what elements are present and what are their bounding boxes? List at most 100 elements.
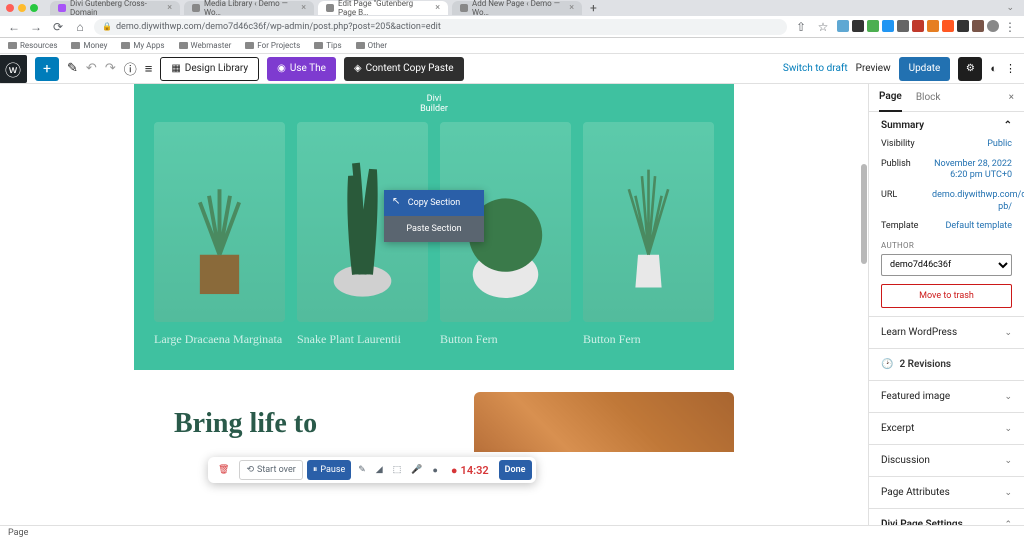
discussion-panel[interactable]: Discussion⌄: [869, 445, 1024, 477]
kebab-menu-icon[interactable]: ⋮: [1002, 20, 1018, 34]
page-section[interactable]: Bring life to: [134, 392, 734, 440]
highlight-icon[interactable]: ◢: [373, 460, 386, 480]
divi-icon[interactable]: ◐: [990, 62, 997, 75]
browser-tab[interactable]: Media Library ‹ Demo — Wo…×: [184, 1, 314, 15]
reload-button[interactable]: ⟳: [50, 20, 66, 34]
template-value[interactable]: Default template: [946, 221, 1013, 233]
browser-tab[interactable]: Add New Page ‹ Demo — Wo…×: [452, 1, 582, 15]
extension-icon[interactable]: [882, 20, 894, 32]
chevron-down-icon: ⌄: [1004, 424, 1012, 434]
mic-icon[interactable]: 🎤: [408, 460, 425, 480]
extension-icon[interactable]: [972, 20, 984, 32]
tab-block[interactable]: Block: [916, 84, 941, 111]
content-copy-paste-button[interactable]: ◈Content Copy Paste: [344, 57, 464, 81]
scrollbar-thumb[interactable]: [861, 164, 867, 264]
bookmark-folder[interactable]: Other: [356, 41, 387, 50]
redo-icon[interactable]: ↷: [105, 61, 116, 76]
author-select[interactable]: demo7d46c36f: [881, 254, 1012, 276]
page-attributes-panel[interactable]: Page Attributes⌄: [869, 477, 1024, 509]
dot-icon[interactable]: ●: [429, 460, 440, 480]
bookmark-folder[interactable]: Tips: [314, 41, 341, 50]
use-the-button[interactable]: ◉Use The: [267, 57, 336, 81]
maximize-window[interactable]: [30, 4, 38, 12]
blur-icon[interactable]: ⬚: [390, 460, 405, 480]
share-icon[interactable]: ⇧: [793, 20, 809, 34]
gear-icon: ⚙: [966, 63, 975, 74]
learn-wordpress-panel[interactable]: Learn WordPress⌄: [869, 317, 1024, 349]
extension-icon[interactable]: [897, 20, 909, 32]
profile-avatar[interactable]: [987, 20, 999, 32]
url-value[interactable]: demo.diywithwp.com/demo7d46c36f/gutenber…: [932, 190, 1012, 213]
close-tab-icon[interactable]: ×: [435, 3, 440, 13]
star-icon[interactable]: ☆: [815, 20, 831, 34]
switch-to-draft-link[interactable]: Switch to draft: [783, 63, 848, 74]
wordpress-logo[interactable]: ⓦ: [0, 55, 27, 83]
close-sidebar-icon[interactable]: ×: [1009, 92, 1014, 103]
preview-link[interactable]: Preview: [856, 63, 891, 74]
browser-tab[interactable]: Divi Gutenberg Cross-Domain×: [50, 1, 180, 15]
done-button[interactable]: Done: [499, 460, 532, 480]
pause-button[interactable]: ⏸Pause: [307, 460, 351, 480]
product-card[interactable]: Button Fern: [583, 122, 714, 346]
extension-icon[interactable]: [852, 20, 864, 32]
new-tab-button[interactable]: +: [586, 1, 601, 15]
bookmark-folder[interactable]: My Apps: [121, 41, 164, 50]
close-tab-icon[interactable]: ×: [301, 3, 306, 13]
product-name: Button Fern: [583, 332, 714, 346]
divi-page-settings-panel[interactable]: Divi Page Settings⌃: [869, 509, 1024, 525]
bookmark-folder[interactable]: Webmaster: [179, 41, 232, 50]
tab-page[interactable]: Page: [879, 84, 902, 112]
extension-icon[interactable]: [927, 20, 939, 32]
summary-header[interactable]: Summary⌃: [881, 120, 1012, 131]
bookmark-folder[interactable]: For Projects: [245, 41, 300, 50]
edit-icon[interactable]: ✎: [67, 61, 78, 76]
design-library-button[interactable]: ▦Design Library: [160, 57, 259, 81]
editor-toolbar: ⓦ + ✎ ↶ ↷ ⓘ ≡ ▦Design Library ◉Use The ◈…: [0, 54, 1024, 84]
excerpt-panel[interactable]: Excerpt⌄: [869, 413, 1024, 445]
options-menu-icon[interactable]: ⋮: [1005, 62, 1016, 75]
section-image: [474, 392, 734, 452]
close-tab-icon[interactable]: ×: [569, 3, 574, 13]
add-block-button[interactable]: +: [35, 57, 59, 81]
extension-icon[interactable]: [912, 20, 924, 32]
extension-icon[interactable]: [942, 20, 954, 32]
breadcrumb[interactable]: Page: [8, 528, 28, 538]
update-button[interactable]: Update: [899, 57, 951, 81]
info-icon[interactable]: ⓘ: [124, 59, 137, 78]
extension-icon[interactable]: [957, 20, 969, 32]
extension-icon[interactable]: [867, 20, 879, 32]
scrollbar[interactable]: [860, 84, 868, 525]
visibility-value[interactable]: Public: [987, 139, 1012, 151]
minimize-window[interactable]: [18, 4, 26, 12]
move-to-trash-button[interactable]: Move to trash: [881, 284, 1012, 308]
extension-icon[interactable]: [837, 20, 849, 32]
paste-section-item[interactable]: Paste Section: [384, 216, 484, 242]
list-view-icon[interactable]: ≡: [145, 61, 153, 77]
home-button[interactable]: ⌂: [72, 20, 88, 34]
lock-icon: 🔒: [102, 22, 112, 31]
revisions-link[interactable]: 🕑2 Revisions: [869, 349, 1024, 381]
pen-icon[interactable]: ✎: [355, 460, 369, 480]
address-bar[interactable]: 🔒 demo.diywithwp.com/demo7d46c36f/wp-adm…: [94, 19, 787, 35]
close-window[interactable]: [6, 4, 14, 12]
pause-icon: ⏸: [313, 465, 318, 475]
settings-button[interactable]: ⚙: [958, 57, 982, 81]
start-over-button[interactable]: ⟲Start over: [239, 460, 302, 480]
product-card[interactable]: Large Dracaena Marginata: [154, 122, 285, 346]
forward-button[interactable]: →: [28, 20, 44, 34]
screen-recorder-bar[interactable]: 🗑 ⟲Start over ⏸Pause ✎ ◢ ⬚ 🎤 ● ● 14:32 D…: [208, 457, 536, 483]
page-section[interactable]: DiviBuilder Large Dracaena Marginata Sna…: [134, 84, 734, 370]
publish-value[interactable]: November 28, 2022 6:20 pm UTC+0: [932, 159, 1012, 182]
featured-image-panel[interactable]: Featured image⌄: [869, 381, 1024, 413]
trash-icon[interactable]: 🗑: [212, 460, 235, 480]
chevron-down-icon: ⌄: [1004, 456, 1012, 466]
undo-icon[interactable]: ↶: [86, 61, 97, 76]
editor-canvas[interactable]: DiviBuilder Large Dracaena Marginata Sna…: [0, 84, 868, 525]
back-button[interactable]: ←: [6, 20, 22, 34]
window-controls: [6, 4, 38, 12]
tab-overflow-icon[interactable]: ⌄: [1002, 3, 1018, 13]
close-tab-icon[interactable]: ×: [167, 3, 172, 13]
bookmark-folder[interactable]: Resources: [8, 41, 57, 50]
browser-tab-active[interactable]: Edit Page "Gutenberg Page B…×: [318, 1, 448, 15]
bookmark-folder[interactable]: Money: [71, 41, 107, 50]
